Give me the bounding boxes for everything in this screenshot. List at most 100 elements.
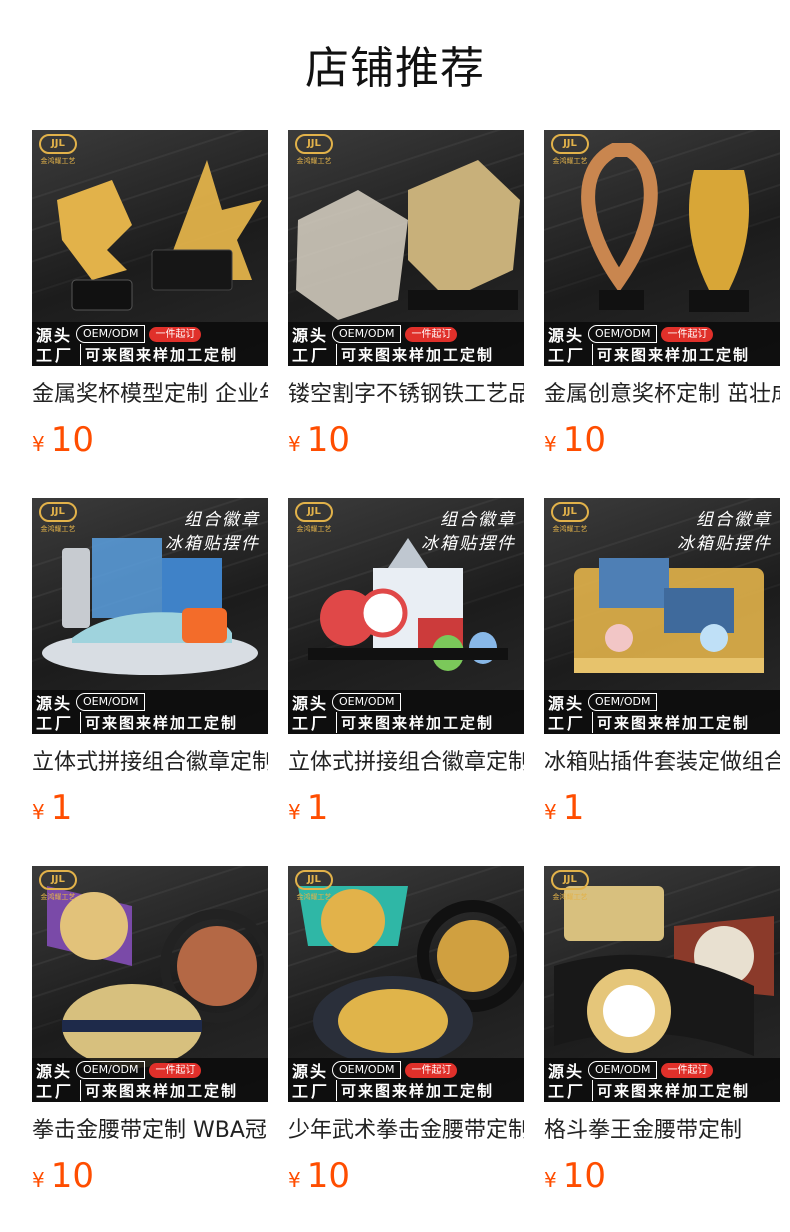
price-value: 10 <box>306 420 350 460</box>
product-card[interactable]: JJL 金鸿耀工艺 组合徽章 冰箱贴摆件源头 OEM/ODM 工厂 可来图来样加工定制立体式… <box>288 498 524 846</box>
product-price: ¥10 <box>544 420 606 460</box>
product-name[interactable]: 冰箱贴插件套装定做组合 <box>544 748 780 778</box>
product-name[interactable]: 立体式拼接组合徽章定制 <box>288 748 524 778</box>
custom-service-label: 可来图来样加工定制 <box>336 711 494 733</box>
product-name[interactable]: 金属奖杯模型定制 企业年会颁奖 <box>32 380 268 410</box>
factory-tag-bar: 源头 OEM/ODM 一件起订 工厂 可来图来样加工定制 <box>544 1058 780 1102</box>
factory-label: 工厂 <box>36 714 75 733</box>
factory-label: 工厂 <box>548 1082 587 1101</box>
factory-label: 工厂 <box>548 714 587 733</box>
oem-label: OEM/ODM <box>332 325 402 343</box>
min-order-badge: 一件起订 <box>149 1062 202 1078</box>
currency-symbol: ¥ <box>544 800 557 824</box>
custom-service-label: 可来图来样加工定制 <box>336 1079 494 1101</box>
custom-service-label: 可来图来样加工定制 <box>80 343 238 365</box>
price-value: 1 <box>50 788 73 828</box>
product-image[interactable]: JJL 金鸿耀工艺 源头 OEM/ODM 一件起订 工厂 可来图来样加工定制 <box>544 130 780 366</box>
brand-logo: JJL 金鸿耀工艺 <box>38 134 78 166</box>
currency-symbol: ¥ <box>32 1168 45 1192</box>
oem-label: OEM/ODM <box>332 693 402 711</box>
factory-label: 工厂 <box>292 714 331 733</box>
product-image[interactable]: JJL 金鸿耀工艺 源头 OEM/ODM 一件起订 工厂 可来图来样加工定制 <box>32 866 268 1102</box>
product-price: ¥1 <box>544 788 584 828</box>
brand-logo: JJL 金鸿耀工艺 <box>38 502 78 534</box>
custom-service-label: 可来图来样加工定制 <box>80 711 238 733</box>
custom-service-label: 可来图来样加工定制 <box>592 711 750 733</box>
product-name[interactable]: 镂空割字不锈钢铁工艺品摆件 <box>288 380 524 410</box>
oem-label: OEM/ODM <box>76 325 146 343</box>
custom-service-label: 可来图来样加工定制 <box>336 343 494 365</box>
product-image[interactable]: JJL 金鸿耀工艺 组合徽章 冰箱贴摆件源头 OEM/ODM 工厂 可来图来样加工定制 <box>288 498 524 734</box>
product-card[interactable]: JJL 金鸿耀工艺 组合徽章 冰箱贴摆件 源头 OEM/ODM 工厂 可来图来样加工定制 冰箱贴… <box>544 498 780 846</box>
oem-label: OEM/ODM <box>588 693 658 711</box>
factory-label: 工厂 <box>292 346 331 365</box>
custom-service-label: 可来图来样加工定制 <box>80 1079 238 1101</box>
oem-label: OEM/ODM <box>588 1061 658 1079</box>
product-card[interactable]: JJL 金鸿耀工艺 组合徽章 冰箱贴摆件 源头 OEM/ODM 工厂 可来图来样加工定制立体式… <box>32 498 268 846</box>
oem-label: OEM/ODM <box>76 1061 146 1079</box>
brand-logo: JJL 金鸿耀工艺 <box>294 134 334 166</box>
price-value: 1 <box>306 788 329 828</box>
product-card[interactable]: JJL 金鸿耀工艺 源头 OEM/ODM 一件起订 工厂 可来图来样加工定制 少年武术拳击金腰… <box>288 866 524 1214</box>
product-card[interactable]: JJL 金鸿耀工艺源头 OEM/ODM 一件起订 工厂 可来图来样加工定制金属奖杯模型定制… <box>32 130 268 478</box>
product-price: ¥10 <box>288 1156 350 1196</box>
factory-tag-bar: 源头 OEM/ODM 工厂 可来图来样加工定制 <box>32 690 268 734</box>
product-card[interactable]: JJL 金鸿耀工艺 源头 OEM/ODM 一件起订 工厂 可来图来样加工定制 金属创意奖杯定制… <box>544 130 780 478</box>
price-value: 1 <box>562 788 585 828</box>
product-image[interactable]: JJL 金鸿耀工艺源头 OEM/ODM 一件起订 工厂 可来图来样加工定制 <box>32 130 268 366</box>
min-order-badge: 一件起订 <box>149 326 202 342</box>
product-name[interactable]: 拳击金腰带定制 WBA冠军 <box>32 1116 268 1146</box>
product-price: ¥10 <box>288 420 350 460</box>
product-name[interactable]: 立体式拼接组合徽章定制 <box>32 748 268 778</box>
factory-tag-bar: 源头 OEM/ODM 工厂 可来图来样加工定制 <box>288 690 524 734</box>
currency-symbol: ¥ <box>544 1168 557 1192</box>
currency-symbol: ¥ <box>288 1168 301 1192</box>
product-price: ¥10 <box>544 1156 606 1196</box>
product-image[interactable]: JJL 金鸿耀工艺 源头 OEM/ODM 一件起订 工厂 可来图来样加工定制 <box>288 130 524 366</box>
factory-tag-bar: 源头 OEM/ODM 一件起订 工厂 可来图来样加工定制 <box>544 322 780 366</box>
brand-logo: JJL 金鸿耀工艺 <box>38 870 78 902</box>
price-value: 10 <box>50 420 94 460</box>
factory-label: 工厂 <box>292 1082 331 1101</box>
brand-logo: JJL 金鸿耀工艺 <box>550 134 590 166</box>
oem-label: OEM/ODM <box>588 325 658 343</box>
product-price: ¥1 <box>288 788 328 828</box>
brand-logo: JJL 金鸿耀工艺 <box>294 870 334 902</box>
currency-symbol: ¥ <box>32 800 45 824</box>
currency-symbol: ¥ <box>288 432 301 456</box>
product-price: ¥1 <box>32 788 72 828</box>
product-card[interactable]: JJL 金鸿耀工艺源头 OEM/ODM 一件起订 工厂 可来图来样加工定制格斗拳王金腰带定… <box>544 866 780 1214</box>
product-image[interactable]: JJL 金鸿耀工艺 源头 OEM/ODM 一件起订 工厂 可来图来样加工定制 <box>288 866 524 1102</box>
brand-logo: JJL 金鸿耀工艺 <box>294 502 334 534</box>
combo-banner: 组合徽章 冰箱贴摆件 <box>677 510 772 554</box>
brand-logo: JJL 金鸿耀工艺 <box>550 502 590 534</box>
product-name[interactable]: 少年武术拳击金腰带定制 <box>288 1116 524 1146</box>
custom-service-label: 可来图来样加工定制 <box>592 343 750 365</box>
product-price: ¥10 <box>32 420 94 460</box>
product-name[interactable]: 格斗拳王金腰带定制 <box>544 1116 780 1146</box>
factory-label: 工厂 <box>548 346 587 365</box>
product-image[interactable]: JJL 金鸿耀工艺 组合徽章 冰箱贴摆件 源头 OEM/ODM 工厂 可来图来样加工定制 <box>544 498 780 734</box>
price-value: 10 <box>562 420 606 460</box>
combo-banner: 组合徽章 冰箱贴摆件 <box>421 510 516 554</box>
product-image[interactable]: JJL 金鸿耀工艺源头 OEM/ODM 一件起订 工厂 可来图来样加工定制 <box>544 866 780 1102</box>
factory-label: 工厂 <box>36 1082 75 1101</box>
brand-logo: JJL 金鸿耀工艺 <box>550 870 590 902</box>
min-order-badge: 一件起订 <box>405 326 458 342</box>
product-name[interactable]: 金属创意奖杯定制 茁壮成长 <box>544 380 780 410</box>
custom-service-label: 可来图来样加工定制 <box>592 1079 750 1101</box>
price-value: 10 <box>562 1156 606 1196</box>
product-image[interactable]: JJL 金鸿耀工艺 组合徽章 冰箱贴摆件 源头 OEM/ODM 工厂 可来图来样加工定制 <box>32 498 268 734</box>
oem-label: OEM/ODM <box>76 693 146 711</box>
page-title: 店铺推荐 <box>305 43 485 94</box>
factory-tag-bar: 源头 OEM/ODM 一件起订 工厂 可来图来样加工定制 <box>288 322 524 366</box>
factory-tag-bar: 源头 OEM/ODM 一件起订 工厂 可来图来样加工定制 <box>32 1058 268 1102</box>
factory-tag-bar: 源头 OEM/ODM 一件起订 工厂 可来图来样加工定制 <box>32 322 268 366</box>
min-order-badge: 一件起订 <box>661 326 714 342</box>
min-order-badge: 一件起订 <box>405 1062 458 1078</box>
product-card[interactable]: JJL 金鸿耀工艺 源头 OEM/ODM 一件起订 工厂 可来图来样加工定制 拳击金腰带定制 … <box>32 866 268 1214</box>
factory-tag-bar: 源头 OEM/ODM 一件起订 工厂 可来图来样加工定制 <box>288 1058 524 1102</box>
price-value: 10 <box>306 1156 350 1196</box>
product-card[interactable]: JJL 金鸿耀工艺 源头 OEM/ODM 一件起订 工厂 可来图来样加工定制 镂空割字不锈钢铁… <box>288 130 524 478</box>
currency-symbol: ¥ <box>288 800 301 824</box>
